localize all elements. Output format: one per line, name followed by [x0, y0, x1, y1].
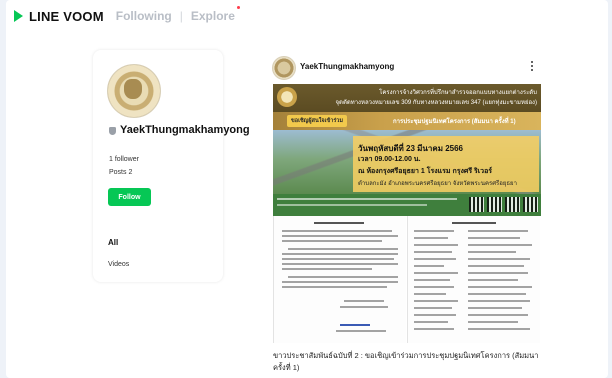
- tab-all[interactable]: All: [108, 238, 118, 247]
- qr-code-icon: [487, 197, 502, 212]
- post-author-name[interactable]: YaekThungmakhamyong: [300, 62, 394, 71]
- follower-count[interactable]: 1 follower: [109, 156, 139, 163]
- poster-address: ตำบลกะมัง อำเภอพระนครศรีอยุธยา จังหวัดพร…: [358, 181, 517, 187]
- nav-explore-label: Explore: [190, 9, 235, 23]
- line-voom-logo[interactable]: LINE VOOM: [14, 9, 104, 24]
- logo-text: LINE VOOM: [29, 8, 104, 24]
- play-triangle-icon: [14, 10, 23, 22]
- new-indicator-dot: [236, 6, 240, 9]
- poster-title-line2: จุดตัดทางหลวงหมายเลข 309 กับทางหลวงหมายเ…: [335, 100, 537, 106]
- post-caption[interactable]: ขาวประชาสัมพันธ์ฉบับที่ 2 : ขอเชิญเข้าร่…: [273, 350, 545, 374]
- poster-venue: ณ ห้องกรุงศรีอยุธยา 1 โรงแรม กรุงศรี ริเ…: [358, 168, 493, 175]
- footer-contact-line: [277, 198, 457, 200]
- poster-title-line1: โครงการจ้างวิศวกรที่ปรึกษาสำรวจออกแบบทาง…: [379, 90, 537, 96]
- poster-time: เวลา 09.00-12.00 น.: [358, 156, 421, 163]
- nav-following[interactable]: Following: [116, 9, 172, 23]
- more-options-icon[interactable]: [530, 60, 534, 72]
- app-window: LINE VOOM Following | Explore YaekThungm…: [6, 0, 608, 378]
- follow-button[interactable]: Follow: [108, 188, 151, 206]
- profile-avatar[interactable]: [107, 64, 161, 118]
- qr-code-icon: [469, 197, 484, 212]
- nav-explore[interactable]: Explore: [190, 6, 240, 23]
- footer-contact-line: [277, 204, 427, 206]
- document-page-right: [407, 216, 540, 343]
- poster-meeting: การประชุมปฐมนิเทศโครงการ (สัมมนา ครั้งที…: [393, 119, 516, 125]
- tab-videos[interactable]: Videos: [108, 261, 129, 268]
- qr-code-icon: [505, 197, 520, 212]
- department-seal-icon: [277, 87, 297, 107]
- emblem-icon: [124, 79, 142, 99]
- document-page-left: [273, 216, 406, 343]
- qr-code-icon: [523, 197, 538, 212]
- post-author-avatar[interactable]: [272, 56, 296, 80]
- nav-separator: |: [179, 9, 183, 23]
- top-navigation: LINE VOOM Following | Explore: [14, 6, 240, 26]
- profile-name: YaekThungmakhamyong: [120, 124, 250, 136]
- post-image[interactable]: โครงการจ้างวิศวกรที่ปรึกษาสำรวจออกแบบทาง…: [273, 84, 541, 343]
- poster-invite: ขอเชิญผู้สนใจเข้าร่วม: [287, 115, 348, 127]
- profile-card: YaekThungmakhamyong 1 follower Posts 2 F…: [93, 50, 250, 282]
- post-count: Posts 2: [109, 169, 133, 176]
